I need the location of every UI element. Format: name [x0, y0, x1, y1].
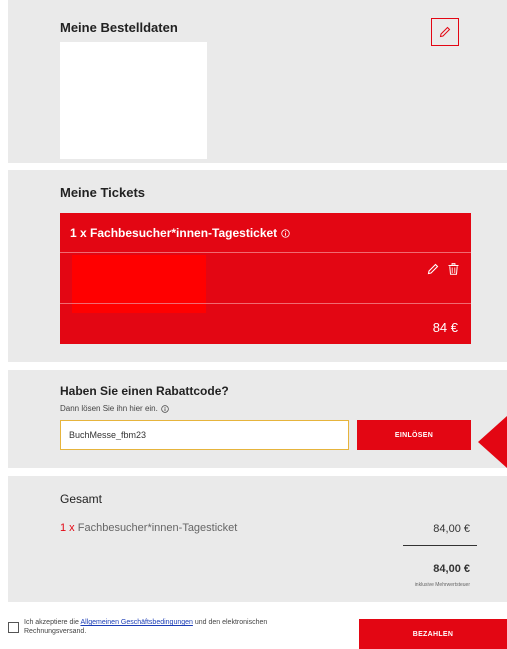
ticket-divider [60, 252, 471, 253]
redeem-button[interactable]: EINLÖSEN [357, 420, 471, 450]
pay-button[interactable]: BEZAHLEN [359, 619, 507, 649]
discount-code-input[interactable] [60, 420, 349, 450]
trash-icon[interactable] [448, 263, 459, 275]
ticket-divider [60, 303, 471, 304]
total-title: Gesamt [60, 492, 103, 506]
total-divider [403, 545, 477, 546]
total-line-amount: 84,00 € [433, 523, 470, 535]
terms-checkbox[interactable] [8, 622, 19, 633]
ticket-name: 1 x Fachbesucher*innen-Tagesticket [70, 226, 278, 240]
terms-link[interactable]: Allgemeinen Geschäftsbedingungen [80, 619, 192, 626]
vat-note: inklusive Mehrwertsteuer [414, 582, 470, 588]
total-line-item: 1 x Fachbesucher*innen-Tagesticket [60, 522, 237, 534]
total-line-name: Fachbesucher*innen-Tagesticket [77, 522, 238, 534]
total-line-qty: 1 x [60, 522, 75, 534]
grand-total: 84,00 € [433, 563, 470, 575]
order-data-redacted [60, 42, 207, 159]
order-data-panel: Meine Bestelldaten [8, 0, 507, 163]
discount-panel: Haben Sie einen Rabattcode? Dann lösen S… [8, 370, 507, 468]
discount-title: Haben Sie einen Rabattcode? [60, 384, 229, 398]
ticket-price: 84 € [432, 320, 458, 335]
info-icon[interactable] [281, 228, 290, 238]
edit-order-button[interactable] [431, 18, 459, 46]
ticket-header: 1 x Fachbesucher*innen-Tagesticket [70, 226, 290, 240]
terms-prefix: Ich akzeptiere die [24, 619, 79, 626]
discount-subtitle: Dann lösen Sie ihn hier ein. [60, 404, 169, 413]
terms-text: Ich akzeptiere die Allgemeinen Geschäfts… [24, 618, 289, 636]
discount-subtitle-text: Dann lösen Sie ihn hier ein. [60, 404, 158, 413]
order-data-title: Meine Bestelldaten [60, 20, 178, 35]
ticket-holder-redacted [72, 255, 206, 313]
info-icon[interactable] [161, 404, 169, 413]
total-panel: Gesamt 1 x Fachbesucher*innen-Tagesticke… [8, 476, 507, 602]
pencil-icon [439, 26, 451, 38]
tickets-panel: Meine Tickets 1 x Fachbesucher*innen-Tag… [8, 170, 507, 362]
tickets-title: Meine Tickets [60, 185, 146, 200]
pencil-icon[interactable] [427, 263, 439, 275]
ticket-actions [427, 263, 459, 275]
arrow-annotation [478, 416, 507, 468]
ticket-card: 1 x Fachbesucher*innen-Tagesticket 84 € [60, 213, 471, 344]
